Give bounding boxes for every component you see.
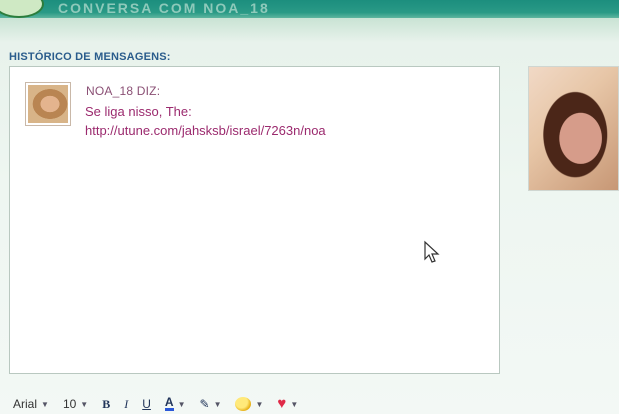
underline-button[interactable]: U: [142, 397, 151, 411]
sender-avatar: [25, 82, 71, 126]
font-select-value: Arial: [13, 397, 38, 411]
chevron-down-icon: ▼: [80, 399, 89, 409]
text-color-button[interactable]: A ▼: [164, 395, 186, 411]
font-size-value: 10: [62, 397, 77, 411]
italic-button[interactable]: I: [124, 397, 128, 412]
pencil-icon: ✎: [199, 397, 210, 411]
message-history-panel[interactable]: NOA_18 DIZ: Se liga nisso, The: http://u…: [9, 66, 500, 374]
message-text: Se liga nisso, The:: [85, 104, 192, 119]
chevron-down-icon: ▼: [213, 399, 222, 409]
formatting-toolbar: Arial ▼ 10 ▼ B I U A ▼ ✎ ▼ ▼ ♥ ▼: [13, 395, 613, 413]
contact-display-picture[interactable]: [528, 66, 619, 191]
message-sender: NOA_18 DIZ:: [86, 84, 161, 98]
heart-icon: ♥: [277, 395, 287, 412]
window-title: CONVERSA COM NOA_18: [58, 0, 270, 16]
emoticon-button[interactable]: ▼: [235, 397, 263, 411]
pointer-cursor-icon: [424, 240, 440, 263]
font-select[interactable]: Arial ▼: [13, 397, 49, 411]
bold-button[interactable]: B: [102, 397, 110, 412]
text-color-icon: A: [164, 395, 174, 411]
emoticon-icon: [235, 397, 252, 411]
messenger-logo-icon: [0, 0, 44, 18]
chevron-down-icon: ▼: [255, 399, 264, 409]
sender-avatar-photo: [28, 85, 68, 123]
window-title-bar: CONVERSA COM NOA_18: [0, 0, 619, 18]
chevron-down-icon: ▼: [290, 399, 299, 409]
chevron-down-icon: ▼: [41, 399, 49, 409]
title-bar-shadow: [0, 18, 619, 42]
message-link[interactable]: http://utune.com/jahsksb/israel/7263n/no…: [85, 123, 326, 138]
chevron-down-icon: ▼: [177, 399, 186, 409]
font-size-select[interactable]: 10 ▼: [63, 397, 88, 411]
history-label: HISTÓRICO DE MENSAGENS:: [9, 51, 171, 63]
wink-button[interactable]: ♥ ▼: [277, 395, 299, 412]
highlight-button[interactable]: ✎ ▼: [200, 397, 222, 411]
